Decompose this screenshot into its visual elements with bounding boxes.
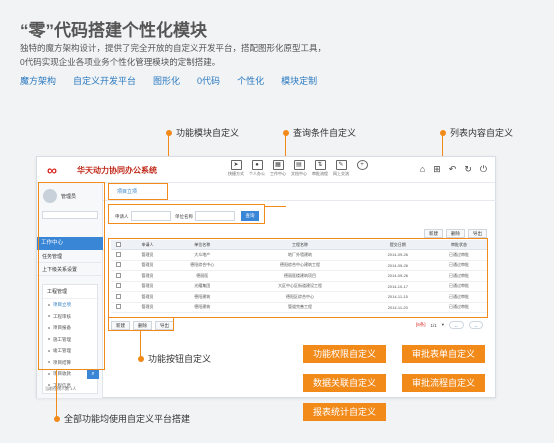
feature-report-stats-button[interactable]: 报表统计自定义 (303, 403, 386, 421)
callout-function-button: 功能按钮自定义 (138, 352, 211, 365)
callout-dot (54, 415, 60, 422)
feature-approval-form-button[interactable]: 审批表单自定义 (402, 345, 485, 363)
toolbar: ➤ 快捷方式 ● 个人办公 ▦ 工作中心 ▤ 文档中心 ⇅ 审批流程 ✎ 网上交流 + (227, 160, 371, 180)
tag-personalization[interactable]: 个性化 (237, 74, 264, 87)
callout-dot (166, 129, 172, 136)
toolbar-label: 文档中心 (291, 171, 307, 176)
connector-line (56, 370, 57, 418)
prev-page-button[interactable]: ← (449, 321, 464, 329)
page-select-chevron-icon[interactable]: ▾ (442, 322, 444, 328)
tag-custom-platform[interactable]: 自定义开发平台 (73, 74, 136, 87)
toolbar-label: 网上交流 (333, 171, 349, 176)
callout-function-button-label: 功能按钮自定义 (148, 354, 212, 364)
callout-dot (138, 355, 144, 362)
hero-description-line-1: 独特的魔方架构设计，提供了完全开放的自定义开发平台，搭配图形化原型工具， (20, 43, 327, 53)
refresh-icon[interactable]: ↻ (464, 164, 472, 175)
callout-function-module: 功能模块自定义 (166, 126, 239, 139)
chat-icon: ✎ (335, 160, 347, 170)
new-button[interactable]: 新建 (424, 229, 443, 238)
toolbar-shortcuts[interactable]: ➤ 快捷方式 (227, 160, 245, 180)
grid-icon: ▦ (272, 160, 284, 170)
doc-icon: ▤ (293, 160, 305, 170)
tag-zero-code[interactable]: 0代码 (197, 74, 220, 87)
pagination: [6条] 1/1 ▾ ← → (416, 321, 483, 329)
toolbar-label: 审批流程 (312, 171, 328, 176)
callout-query-condition: 查询条件自定义 (283, 126, 356, 139)
callout-function-module-label: 功能模块自定义 (176, 128, 240, 138)
callout-all-functions: 全部功能均使用自定义平台搭建 (54, 412, 190, 425)
toolbar-personal-office[interactable]: ● 个人办公 (248, 160, 266, 180)
callout-list-content-label: 列表内容自定义 (450, 128, 514, 138)
highlight-tab (108, 183, 168, 200)
next-page-button[interactable]: → (468, 321, 483, 329)
hero-description-line-2: 0代码实现企业各项业务个性化管理模块的定制搭建。 (20, 57, 221, 67)
page-indicator: 1/1 (430, 322, 437, 328)
window-controls: ⌂ ⊞ ↶ ↻ ⏻ (420, 164, 487, 175)
callout-dot (283, 129, 289, 136)
person-icon: ● (251, 160, 263, 170)
toolbar-online-chat[interactable]: ✎ 网上交流 (332, 160, 350, 180)
tag-module-customization[interactable]: 模块定制 (281, 74, 317, 87)
feature-tags: 魔方架构 自定义开发平台 图形化 0代码 个性化 模块定制 (20, 74, 317, 87)
power-icon[interactable]: ⏻ (480, 164, 487, 175)
toolbar-approval-flow[interactable]: ⇅ 审批流程 (311, 160, 329, 180)
feature-data-relation-button[interactable]: 数据关联自定义 (303, 374, 386, 392)
delete-button[interactable]: 删除 (446, 229, 465, 238)
apps-grid-icon[interactable]: ⊞ (433, 164, 441, 175)
logo-icon: ∞ (47, 162, 57, 178)
toolbar-doc-center[interactable]: ▤ 文档中心 (290, 160, 308, 180)
plus-icon: + (356, 160, 368, 170)
total-count: [6条] (415, 322, 426, 327)
callout-list-content: 列表内容自定义 (440, 126, 513, 139)
tag-graphical[interactable]: 图形化 (153, 74, 180, 87)
callout-dot (440, 129, 446, 136)
send-icon: ➤ (230, 160, 242, 170)
toolbar-add[interactable]: + (353, 160, 371, 180)
sidebar-search-button[interactable]: ⌕ (87, 369, 99, 379)
toolbar-label: 个人办公 (249, 171, 265, 176)
toolbar-work-center[interactable]: ▦ 工作中心 (269, 160, 287, 180)
feature-permission-button[interactable]: 功能权限自定义 (303, 345, 386, 363)
highlight-table (108, 238, 488, 318)
highlight-filter (108, 204, 265, 224)
hero-title: “零”代码搭建个性化模块 (20, 21, 207, 40)
app-topbar: ∞ 华天动力协同办公系统 ➤ 快捷方式 ● 个人办公 ▦ 工作中心 ▤ 文档中心 ⇅ 审批… (37, 157, 495, 183)
callout-query-condition-label: 查询条件自定义 (293, 128, 357, 138)
online-count: 当前在线人数 1人 (45, 386, 77, 391)
list-actions-top: 新建 删除 导出 (424, 229, 487, 238)
app-title: 华天动力协同办公系统 (77, 166, 157, 175)
back-icon[interactable]: ↶ (449, 164, 457, 175)
flow-icon: ⇅ (314, 160, 326, 170)
home-icon[interactable]: ⌂ (420, 164, 425, 175)
highlight-buttons (108, 317, 174, 331)
highlight-sidebar (38, 182, 105, 370)
tag-cube-architecture[interactable]: 魔方架构 (20, 74, 56, 87)
search-icon: ⌕ (91, 371, 95, 377)
feature-approval-flow-button[interactable]: 审批流程自定义 (402, 374, 485, 392)
connector-line (265, 206, 286, 207)
callout-all-functions-label: 全部功能均使用自定义平台搭建 (64, 414, 191, 424)
toolbar-label: 工作中心 (270, 171, 286, 176)
export-button[interactable]: 导出 (468, 229, 487, 238)
toolbar-label: 快捷方式 (228, 171, 244, 176)
